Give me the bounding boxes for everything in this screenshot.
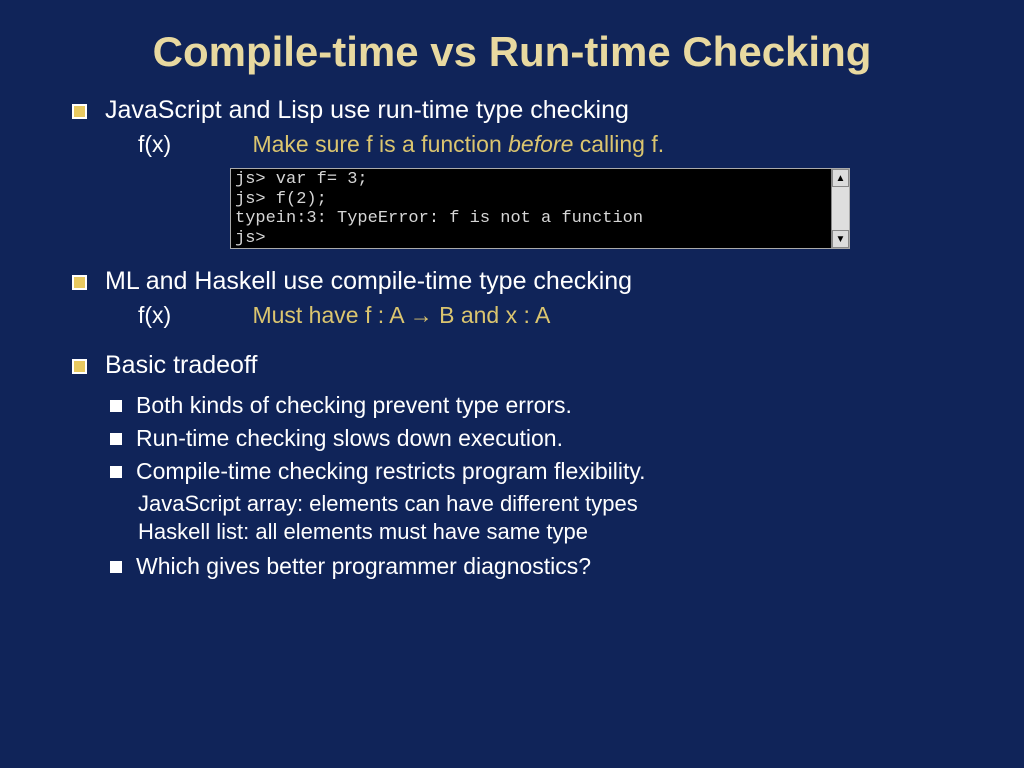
console-text: js> var f= 3; js> f(2); typein:3: TypeEr… [231, 169, 831, 248]
bullet-icon [72, 275, 87, 290]
bullet-icon [110, 433, 122, 445]
fx-label: f(x) [138, 302, 248, 329]
bullet-2-note: Must have f : A → B and x : A [252, 302, 550, 328]
bullet-3: Basic tradeoff [50, 351, 974, 380]
sub-text: Which gives better programmer diagnostic… [136, 553, 591, 580]
bullet-icon [72, 104, 87, 119]
bullet-2: ML and Haskell use compile-time type che… [50, 267, 974, 296]
bullet-icon [110, 466, 122, 478]
bullet-3-sub3b: Haskell list: all elements must have sam… [138, 519, 974, 545]
bullet-3-sub3: Compile-time checking restricts program … [50, 458, 974, 485]
bullet-2-subline: f(x) Must have f : A → B and x : A [138, 302, 974, 329]
bullet-3-text: Basic tradeoff [105, 351, 257, 380]
sub-text: Compile-time checking restricts program … [136, 458, 646, 485]
bullet-icon [72, 359, 87, 374]
scroll-up-icon: ▲ [832, 169, 849, 187]
scroll-down-icon: ▼ [832, 230, 849, 248]
bullet-1-subline: f(x) Make sure f is a function before ca… [138, 131, 974, 158]
sub-text: Both kinds of checking prevent type erro… [136, 392, 572, 419]
bullet-1: JavaScript and Lisp use run-time type ch… [50, 96, 974, 125]
console-screenshot: js> var f= 3; js> f(2); typein:3: TypeEr… [230, 168, 850, 249]
bullet-3-sub3a: JavaScript array: elements can have diff… [138, 491, 974, 517]
fx-label: f(x) [138, 131, 248, 158]
bullet-3-sub2: Run-time checking slows down execution. [50, 425, 974, 452]
bullet-2-text: ML and Haskell use compile-time type che… [105, 267, 632, 296]
sub-text: Run-time checking slows down execution. [136, 425, 563, 452]
bullet-1-text: JavaScript and Lisp use run-time type ch… [105, 96, 629, 125]
bullet-icon [110, 561, 122, 573]
console-scrollbar: ▲ ▼ [831, 169, 849, 248]
bullet-1-note: Make sure f is a function before calling… [252, 131, 664, 157]
slide-title: Compile-time vs Run-time Checking [50, 28, 974, 76]
bullet-3-sub1: Both kinds of checking prevent type erro… [50, 392, 974, 419]
bullet-3-sub4: Which gives better programmer diagnostic… [50, 553, 974, 580]
bullet-icon [110, 400, 122, 412]
